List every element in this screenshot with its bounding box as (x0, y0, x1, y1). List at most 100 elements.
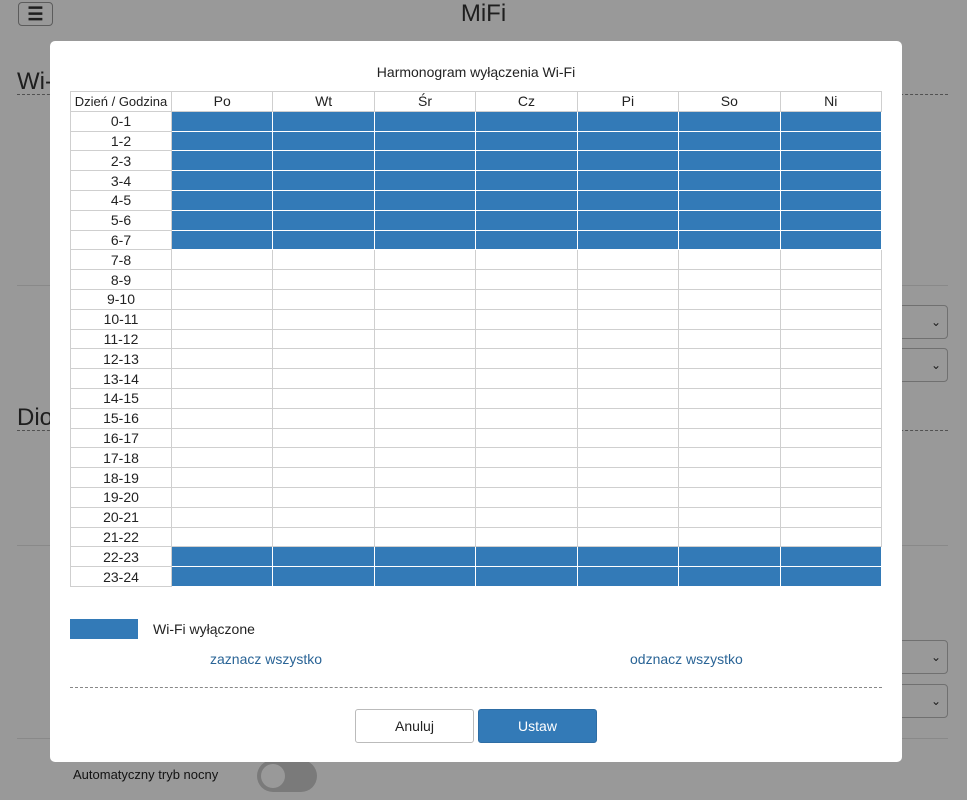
schedule-cell[interactable] (475, 328, 578, 350)
schedule-cell[interactable] (779, 506, 883, 528)
schedule-cell[interactable] (170, 328, 274, 350)
schedule-cell[interactable] (475, 209, 578, 231)
schedule-cell[interactable] (170, 447, 274, 469)
schedule-cell[interactable] (678, 467, 781, 488)
schedule-cell[interactable] (576, 308, 680, 330)
schedule-cell[interactable] (475, 150, 578, 172)
schedule-cell[interactable] (576, 130, 680, 152)
schedule-cell[interactable] (272, 130, 375, 152)
schedule-cell[interactable] (779, 486, 883, 508)
schedule-cell[interactable] (576, 269, 680, 290)
schedule-cell[interactable] (779, 288, 883, 310)
schedule-cell[interactable] (576, 328, 680, 350)
schedule-cell[interactable] (475, 348, 578, 370)
schedule-cell[interactable] (576, 348, 680, 370)
schedule-cell[interactable] (779, 407, 883, 429)
schedule-cell[interactable] (170, 546, 274, 568)
schedule-cell[interactable] (373, 209, 477, 231)
schedule-cell[interactable] (475, 566, 578, 587)
schedule-cell[interactable] (170, 506, 274, 528)
schedule-cell[interactable] (475, 368, 578, 389)
schedule-cell[interactable] (475, 110, 578, 132)
schedule-cell[interactable] (373, 308, 477, 330)
schedule-cell[interactable] (678, 506, 781, 528)
schedule-cell[interactable] (373, 348, 477, 370)
schedule-cell[interactable] (779, 189, 883, 211)
schedule-cell[interactable] (475, 308, 578, 330)
schedule-cell[interactable] (475, 130, 578, 152)
schedule-cell[interactable] (678, 229, 781, 251)
schedule-cell[interactable] (475, 427, 578, 449)
schedule-cell[interactable] (576, 447, 680, 469)
schedule-cell[interactable] (170, 348, 274, 370)
schedule-cell[interactable] (678, 110, 781, 132)
schedule-cell[interactable] (272, 170, 375, 191)
schedule-cell[interactable] (779, 170, 883, 191)
schedule-cell[interactable] (475, 506, 578, 528)
schedule-cell[interactable] (272, 150, 375, 172)
schedule-cell[interactable] (373, 387, 477, 409)
schedule-cell[interactable] (170, 308, 274, 330)
schedule-cell[interactable] (576, 110, 680, 132)
schedule-cell[interactable] (475, 486, 578, 508)
schedule-cell[interactable] (475, 546, 578, 568)
schedule-cell[interactable] (576, 566, 680, 587)
schedule-cell[interactable] (373, 566, 477, 587)
schedule-cell[interactable] (475, 229, 578, 251)
schedule-cell[interactable] (779, 447, 883, 469)
schedule-cell[interactable] (272, 486, 375, 508)
schedule-cell[interactable] (170, 526, 274, 548)
schedule-cell[interactable] (373, 170, 477, 191)
schedule-cell[interactable] (272, 269, 375, 290)
schedule-cell[interactable] (576, 407, 680, 429)
schedule-cell[interactable] (678, 150, 781, 172)
schedule-cell[interactable] (272, 447, 375, 469)
schedule-cell[interactable] (170, 407, 274, 429)
schedule-cell[interactable] (576, 229, 680, 251)
schedule-cell[interactable] (678, 130, 781, 152)
schedule-cell[interactable] (576, 189, 680, 211)
set-button[interactable]: Ustaw (478, 709, 597, 743)
schedule-cell[interactable] (272, 387, 375, 409)
schedule-cell[interactable] (678, 387, 781, 409)
schedule-cell[interactable] (475, 249, 578, 271)
schedule-cell[interactable] (678, 368, 781, 389)
schedule-cell[interactable] (272, 526, 375, 548)
schedule-cell[interactable] (576, 150, 680, 172)
schedule-cell[interactable] (678, 447, 781, 469)
schedule-cell[interactable] (272, 288, 375, 310)
schedule-cell[interactable] (678, 348, 781, 370)
schedule-cell[interactable] (678, 427, 781, 449)
schedule-cell[interactable] (373, 269, 477, 290)
schedule-cell[interactable] (678, 566, 781, 587)
schedule-cell[interactable] (373, 546, 477, 568)
schedule-cell[interactable] (373, 467, 477, 488)
schedule-cell[interactable] (678, 269, 781, 290)
schedule-cell[interactable] (576, 506, 680, 528)
schedule-cell[interactable] (272, 546, 375, 568)
schedule-cell[interactable] (272, 110, 375, 132)
schedule-cell[interactable] (373, 150, 477, 172)
schedule-cell[interactable] (779, 566, 883, 587)
schedule-cell[interactable] (272, 368, 375, 389)
schedule-cell[interactable] (779, 348, 883, 370)
schedule-cell[interactable] (170, 229, 274, 251)
schedule-cell[interactable] (272, 348, 375, 370)
schedule-cell[interactable] (272, 427, 375, 449)
schedule-cell[interactable] (272, 249, 375, 271)
schedule-cell[interactable] (576, 170, 680, 191)
schedule-cell[interactable] (779, 110, 883, 132)
schedule-cell[interactable] (475, 387, 578, 409)
schedule-cell[interactable] (373, 407, 477, 429)
select-all-link[interactable]: zaznacz wszystko (210, 651, 322, 667)
schedule-cell[interactable] (576, 486, 680, 508)
schedule-cell[interactable] (272, 229, 375, 251)
schedule-cell[interactable] (678, 308, 781, 330)
schedule-cell[interactable] (272, 407, 375, 429)
schedule-cell[interactable] (576, 209, 680, 231)
schedule-cell[interactable] (373, 288, 477, 310)
schedule-cell[interactable] (576, 387, 680, 409)
schedule-cell[interactable] (373, 249, 477, 271)
schedule-cell[interactable] (678, 526, 781, 548)
schedule-cell[interactable] (373, 130, 477, 152)
